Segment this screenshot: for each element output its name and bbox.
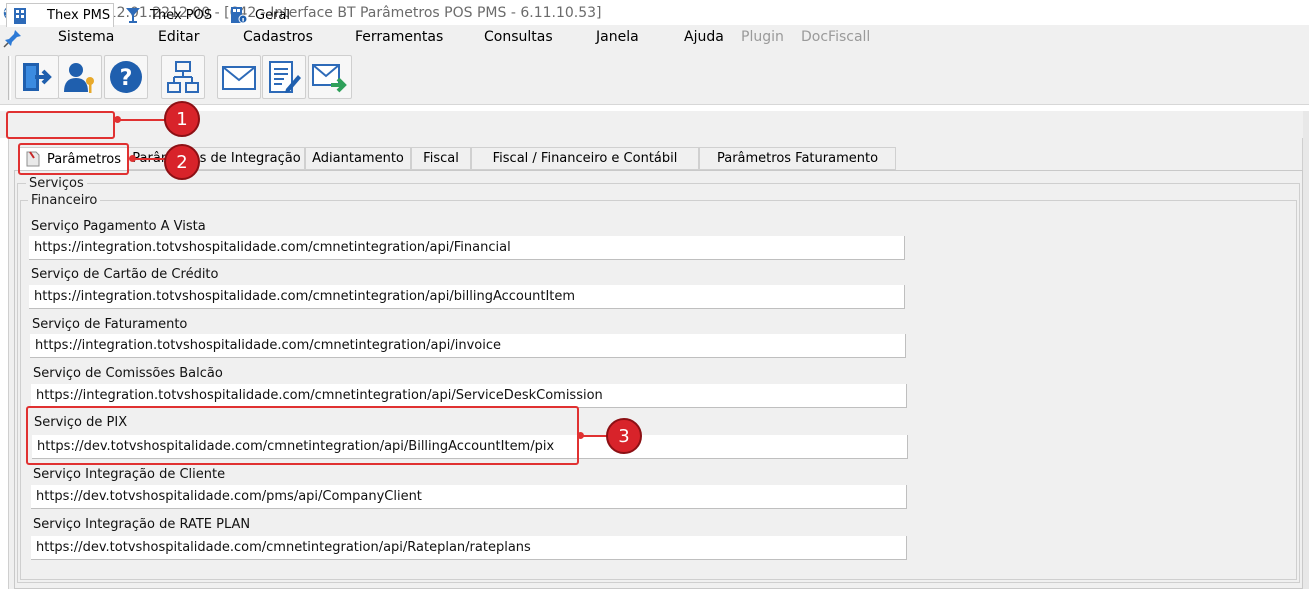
user-key-icon [64,63,94,93]
exit-icon [23,63,52,91]
callout-box-1 [6,111,115,139]
tab-fiscal[interactable]: Fiscal [411,147,471,170]
tab-fiscal-label: Fiscal [423,151,459,166]
window-edge [1303,111,1309,589]
pin-icon[interactable] [3,28,23,48]
menu-docfiscall: DocFiscall [801,29,871,45]
servicos-group-label: Serviços [26,176,87,191]
callout-line-2 [133,158,165,160]
tab-adiantamento[interactable]: Adiantamento [305,147,411,170]
tab-parametros-faturamento-label: Parâmetros Faturamento [716,151,879,166]
tab-thex-pos-label: Thex POS [150,7,213,23]
tab-adiantamento-label: Adiantamento [312,151,404,166]
mail-forward-icon [312,64,347,93]
field-label-cartao-credito: Serviço de Cartão de Crédito [31,267,219,282]
document-edit-button[interactable] [262,55,306,99]
menu-consultas[interactable]: Consultas [484,29,553,45]
org-chart-icon [167,61,199,93]
menu-janela[interactable]: Janela [596,29,639,45]
callout-line-1 [118,119,166,121]
tab-geral[interactable]: Geral [225,3,305,27]
mail-button[interactable] [217,55,261,99]
tab-thex-pms[interactable]: Thex PMS [6,3,114,27]
mail-forward-button[interactable] [308,55,352,99]
menu-sistema[interactable]: Sistema [58,29,114,45]
callout-marker-1: 1 [164,101,200,137]
building-info-icon [231,7,247,24]
rate-plan-input[interactable] [31,536,907,560]
field-label-pagamento-avista: Serviço Pagamento A Vista [31,219,206,234]
pagamento-avista-input[interactable] [29,236,905,260]
document-edit-icon [269,61,301,93]
faturamento-input[interactable] [30,334,906,358]
tab-parametros-faturamento[interactable]: Parâmetros Faturamento [699,147,896,170]
callout-marker-3: 3 [606,418,642,454]
menu-cadastros[interactable]: Cadastros [243,29,313,45]
toolbar-grip [8,56,11,100]
help-icon: ? [110,61,142,93]
menu-editar[interactable]: Editar [158,29,199,45]
glass-icon [126,8,140,23]
field-label-comissoes-balcao: Serviço de Comissões Balcão [33,366,223,381]
user-access-button[interactable] [58,55,102,99]
tab-thex-pms-label: Thex PMS [47,8,111,23]
tab-geral-label: Geral [255,7,290,23]
org-chart-button[interactable] [161,55,205,99]
field-label-faturamento: Serviço de Faturamento [32,317,188,332]
menu-ajuda[interactable]: Ajuda [684,29,724,45]
field-label-integracao-cliente: Serviço Integração de Cliente [33,467,226,482]
mail-icon [222,66,256,90]
tab-fiscal-financeiro-contabil[interactable]: Fiscal / Financeiro e Contábil [471,147,699,170]
callout-box-2 [18,143,129,175]
menu-plugin: Plugin [741,29,784,45]
callout-line-3 [581,435,607,437]
comissoes-balcao-input[interactable] [31,384,907,408]
exit-button[interactable] [15,55,59,99]
tab-thex-pos[interactable]: Thex POS [120,3,220,27]
callout-box-3 [26,406,579,465]
financeiro-group-label: Financeiro [28,193,101,208]
building-icon [14,7,26,24]
toolbar: ? [0,51,1309,105]
svg-text:?: ? [120,66,133,91]
menu-bar: Sistema Editar Cadastros Ferramentas Con… [0,25,1309,51]
integracao-cliente-input[interactable] [31,485,907,509]
field-label-rate-plan: Serviço Integração de RATE PLAN [33,517,251,532]
help-button[interactable]: ? [104,55,148,99]
tab-fiscal-financeiro-contabil-label: Fiscal / Financeiro e Contábil [492,151,678,166]
menu-ferramentas[interactable]: Ferramentas [355,29,443,45]
cartao-credito-input[interactable] [29,285,905,309]
callout-marker-2: 2 [164,144,200,180]
